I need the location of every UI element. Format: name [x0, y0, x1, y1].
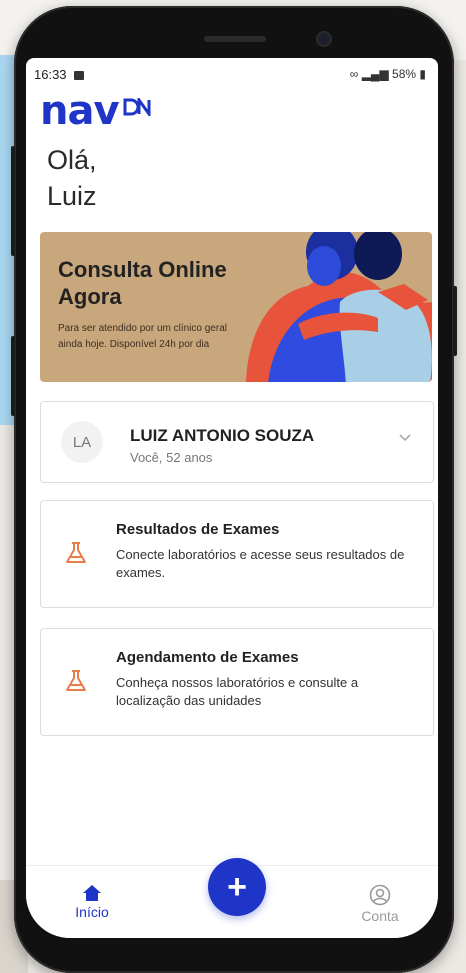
- tab-home[interactable]: Início: [52, 884, 132, 920]
- card-description: Conecte laboratórios e acesse seus resul…: [116, 547, 405, 580]
- battery-level: 58%: [392, 67, 417, 81]
- card-title: Agendamento de Exames: [116, 649, 299, 666]
- link-icon: ∞: [349, 67, 359, 81]
- side-button: [11, 336, 15, 416]
- user-circle-icon: [369, 884, 391, 906]
- hug-illustration: [246, 232, 432, 382]
- greeting-line-2: Luiz: [47, 181, 97, 211]
- user-age: Você, 52 anos: [130, 450, 213, 465]
- greeting: Olá, Luiz: [47, 142, 97, 214]
- volume-button: [11, 146, 15, 256]
- add-button[interactable]: +: [208, 858, 266, 916]
- signal-icon: ▂▄▆: [361, 67, 389, 81]
- battery-icon: ▮: [419, 67, 426, 81]
- flask-icon: [66, 542, 86, 563]
- status-right: ∞ ▂▄▆ 58% ▮: [350, 67, 426, 81]
- home-icon: [83, 885, 101, 901]
- chevron-down-icon[interactable]: [399, 434, 411, 442]
- avatar: LA: [61, 421, 103, 463]
- dasa-mark-icon: [123, 98, 151, 116]
- user-profile-card[interactable]: LA LUIZ ANTONIO SOUZA Você, 52 anos: [40, 401, 434, 483]
- online-consult-banner[interactable]: Consulta Online Agora Para ser atendido …: [40, 232, 432, 382]
- power-button: [453, 286, 457, 356]
- app-logo: nav: [40, 88, 151, 134]
- card-description: Conheça nossos laboratórios e consulte a…: [116, 675, 359, 708]
- status-left: 16:33: [34, 66, 85, 82]
- exam-scheduling-card[interactable]: Agendamento de Exames Conheça nossos lab…: [40, 628, 434, 736]
- notification-icon: [74, 70, 85, 80]
- tab-home-label: Início: [75, 904, 109, 920]
- logo-text: nav: [40, 88, 120, 134]
- user-name: LUIZ ANTONIO SOUZA: [130, 426, 315, 445]
- exam-results-card[interactable]: Resultados de Exames Conecte laboratório…: [40, 500, 434, 608]
- speaker-grille: [204, 36, 266, 42]
- banner-subtitle: Para ser atendido por um clínico geral a…: [58, 323, 227, 350]
- front-camera: [318, 33, 330, 45]
- flask-icon: [66, 670, 86, 691]
- app-screen: 16:33 ∞ ▂▄▆ 58% ▮ nav Olá, Luiz Consulta…: [26, 58, 438, 938]
- status-bar: 16:33 ∞ ▂▄▆ 58% ▮: [34, 64, 426, 84]
- tab-account-label: Conta: [361, 908, 399, 924]
- card-title: Resultados de Exames: [116, 521, 280, 538]
- status-time: 16:33: [34, 66, 67, 82]
- tab-account[interactable]: Conta: [340, 884, 420, 924]
- greeting-line-1: Olá,: [47, 145, 97, 175]
